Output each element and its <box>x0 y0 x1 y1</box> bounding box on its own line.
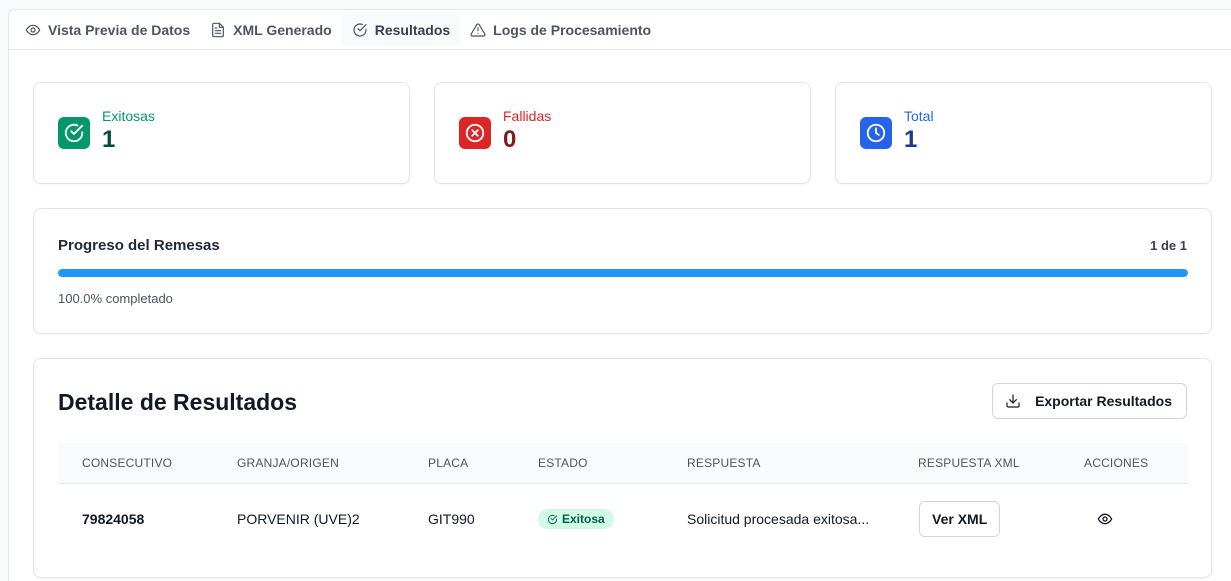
tab-bar: Vista Previa de Datos XML Generado Resul… <box>9 10 1231 50</box>
cell-respuesta: Solicitud procesada exitosa... <box>687 511 870 527</box>
status-label: Exitosa <box>562 512 605 526</box>
progress-bar-fill <box>58 269 1188 277</box>
stat-value: 0 <box>503 126 517 153</box>
stat-card-total: Total 1 <box>835 82 1212 184</box>
stat-value: 1 <box>102 126 116 153</box>
eye-icon <box>25 24 41 35</box>
check-circle-icon <box>547 514 558 524</box>
check-circle-icon <box>64 123 84 143</box>
progress-bar <box>58 269 1188 277</box>
cell-granja: PORVENIR (UVE)2 <box>237 511 360 527</box>
cell-acciones <box>1097 484 1113 554</box>
table-row: 79824058 PORVENIR (UVE)2 GIT990 Exitosa … <box>58 484 1188 554</box>
column-header: RESPUESTA XML <box>918 456 1020 470</box>
stat-value: 1 <box>904 126 918 153</box>
warning-triangle-icon <box>470 22 486 37</box>
results-panel: Vista Previa de Datos XML Generado Resul… <box>8 9 1231 581</box>
view-details-button[interactable] <box>1097 511 1113 527</box>
stat-label: Fallidas <box>503 108 552 124</box>
stat-label: Total <box>904 108 934 124</box>
stat-label: Exitosas <box>102 108 155 124</box>
results-card: Detalle de Resultados Exportar Resultado… <box>33 358 1212 578</box>
table-header: CONSECUTIVO GRANJA/ORIGEN PLACA ESTADO R… <box>58 443 1188 484</box>
export-results-button[interactable]: Exportar Resultados <box>992 383 1187 419</box>
file-text-icon <box>212 22 225 37</box>
cell-estado: Exitosa <box>538 484 614 554</box>
progress-count: 1 de 1 <box>1150 238 1187 253</box>
tab-label: Vista Previa de Datos <box>48 21 191 38</box>
cell-consecutivo: 79824058 <box>82 511 145 527</box>
column-header: ACCIONES <box>1084 456 1149 470</box>
stat-card-success: Exitosas 1 <box>33 82 410 184</box>
stat-card-failed: Fallidas 0 <box>434 82 811 184</box>
eye-icon <box>1097 513 1113 525</box>
column-header: PLACA <box>428 456 469 470</box>
clock-icon <box>866 123 886 143</box>
column-header: GRANJA/ORIGEN <box>237 456 339 470</box>
check-circle-icon <box>353 22 367 37</box>
status-badge: Exitosa <box>538 509 614 529</box>
tab-label: Logs de Procesamiento <box>493 21 652 38</box>
column-header: RESPUESTA <box>687 456 761 470</box>
results-title: Detalle de Resultados <box>58 389 298 415</box>
tab-label: XML Generado <box>233 21 332 38</box>
export-label: Exportar Resultados <box>1035 393 1172 409</box>
column-header: CONSECUTIVO <box>82 456 173 470</box>
progress-note: 100.0% completado <box>58 291 173 306</box>
cell-respuesta-xml: Ver XML <box>919 484 1001 554</box>
tab-results[interactable]: Resultados <box>341 13 461 46</box>
tab-processing-logs[interactable]: Logs de Procesamiento <box>460 14 661 46</box>
results-table: CONSECUTIVO GRANJA/ORIGEN PLACA ESTADO R… <box>58 443 1188 554</box>
progress-title: Progreso del Remesas <box>58 237 220 254</box>
failed-badge <box>459 117 491 149</box>
x-circle-icon <box>465 123 485 143</box>
download-icon <box>1006 394 1020 408</box>
view-xml-button[interactable]: Ver XML <box>919 501 1001 537</box>
tab-label: Resultados <box>374 21 451 38</box>
progress-card: Progreso del Remesas 1 de 1 100.0% compl… <box>33 208 1212 334</box>
tab-data-preview[interactable]: Vista Previa de Datos <box>15 14 200 46</box>
tab-xml-generated[interactable]: XML Generado <box>200 14 342 46</box>
column-header: ESTADO <box>538 456 588 470</box>
cell-placa: GIT990 <box>428 511 475 527</box>
total-badge <box>860 117 892 149</box>
success-badge <box>58 117 90 149</box>
